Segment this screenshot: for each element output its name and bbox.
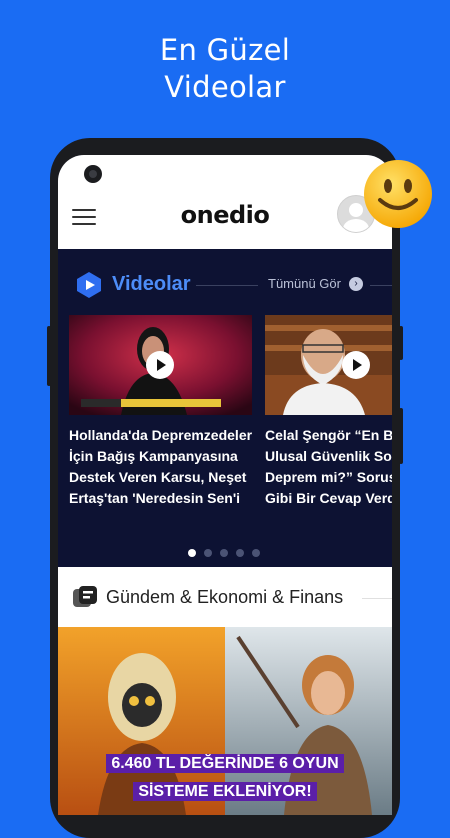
section-divider-right [370,285,392,286]
video-play-hexagon-icon [77,272,101,298]
play-icon[interactable] [146,351,174,379]
video-thumbnail-2[interactable] [265,315,392,415]
phone-volume-button [399,408,403,464]
video-thumbnail-1[interactable] [69,315,252,415]
pager-dot-1[interactable] [188,549,196,557]
newspaper-icon [73,586,97,607]
pager-dot-3[interactable] [220,549,228,557]
promo-heading: En Güzel Videolar [0,32,450,106]
app-header: onedio [58,155,392,249]
videos-section: Videolar Tümünü Gör › Hollanda'da Deprem… [58,249,392,567]
promo-line-2: Videolar [164,70,286,104]
smiley-emoji-icon [364,160,432,228]
video-title-2[interactable]: Celal Şengör “En Büyük Ulusal Güvenlik S… [265,425,392,509]
app-screen: onedio Videolar Tümünü Gör › Hollanda'da… [58,155,392,815]
banner-caption-line-1[interactable]: 6.460 TL DEĞERİNDE 6 OYUN [58,751,392,777]
pager-dot-4[interactable] [236,549,244,557]
chevron-right-icon[interactable]: › [349,277,363,291]
front-camera [84,165,102,183]
videos-section-title: Videolar [112,273,191,295]
section-divider [196,285,258,286]
video-title-1[interactable]: Hollanda'da Depremzedeler İçin Bağış Kam… [69,425,252,509]
category-header[interactable]: Gündem & Ekonomi & Finans [58,567,392,627]
promo-line-1: En Güzel [159,33,291,67]
pager-dot-2[interactable] [204,549,212,557]
play-icon[interactable] [342,351,370,379]
phone-power-button [399,326,403,360]
news-banner[interactable]: 6.460 TL DEĞERİNDE 6 OYUN SİSTEME EKLENİ… [58,627,392,815]
phone-side-button-left [47,326,51,386]
see-all-link[interactable]: Tümünü Gör [268,276,341,291]
pager-dot-5[interactable] [252,549,260,557]
category-title[interactable]: Gündem & Ekonomi & Finans [106,587,343,608]
banner-caption-line-2[interactable]: SİSTEME EKLENİYOR! [58,779,392,805]
category-divider [362,598,392,599]
